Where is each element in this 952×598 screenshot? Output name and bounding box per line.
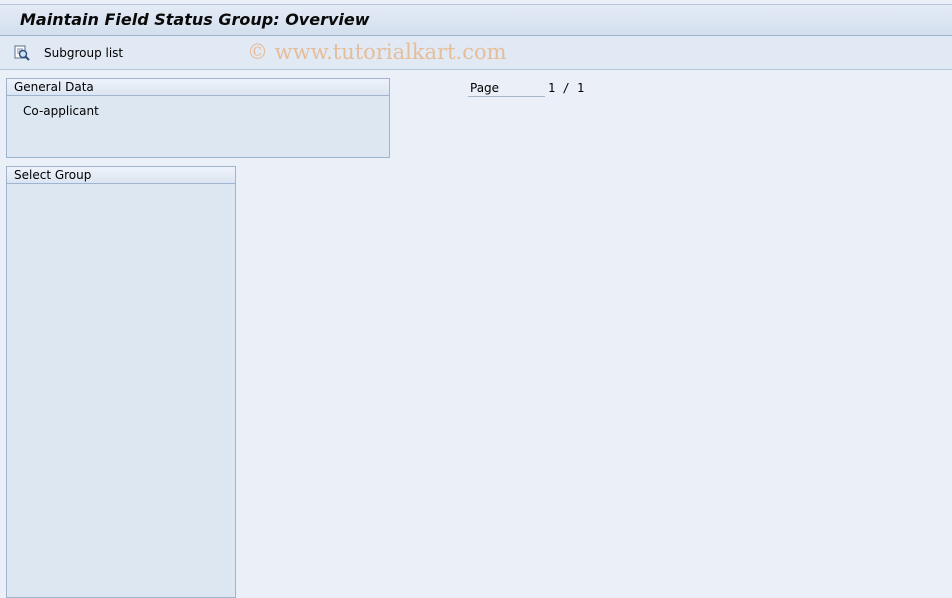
general-data-header: General Data bbox=[7, 79, 389, 96]
general-data-value: Co-applicant bbox=[23, 104, 99, 118]
page-separator: / bbox=[562, 81, 570, 95]
subgroup-list-label: Subgroup list bbox=[44, 46, 124, 60]
subgroup-list-button[interactable]: Subgroup list bbox=[14, 43, 123, 63]
general-data-group: General Data Co-applicant bbox=[6, 78, 390, 158]
magnifier-list-icon bbox=[14, 45, 30, 61]
select-group-header: Select Group bbox=[7, 167, 235, 184]
title-bar: Maintain Field Status Group: Overview bbox=[0, 4, 952, 36]
watermark: © www.tutorialkart.com bbox=[247, 40, 507, 64]
page-indicator: 1 / 1 bbox=[548, 81, 584, 95]
page-total: 1 bbox=[576, 81, 585, 95]
page-title: Maintain Field Status Group: Overview bbox=[20, 10, 370, 29]
page-label: Page bbox=[468, 80, 545, 97]
select-group-panel: Select Group bbox=[6, 166, 236, 598]
page-current: 1 bbox=[548, 81, 556, 95]
